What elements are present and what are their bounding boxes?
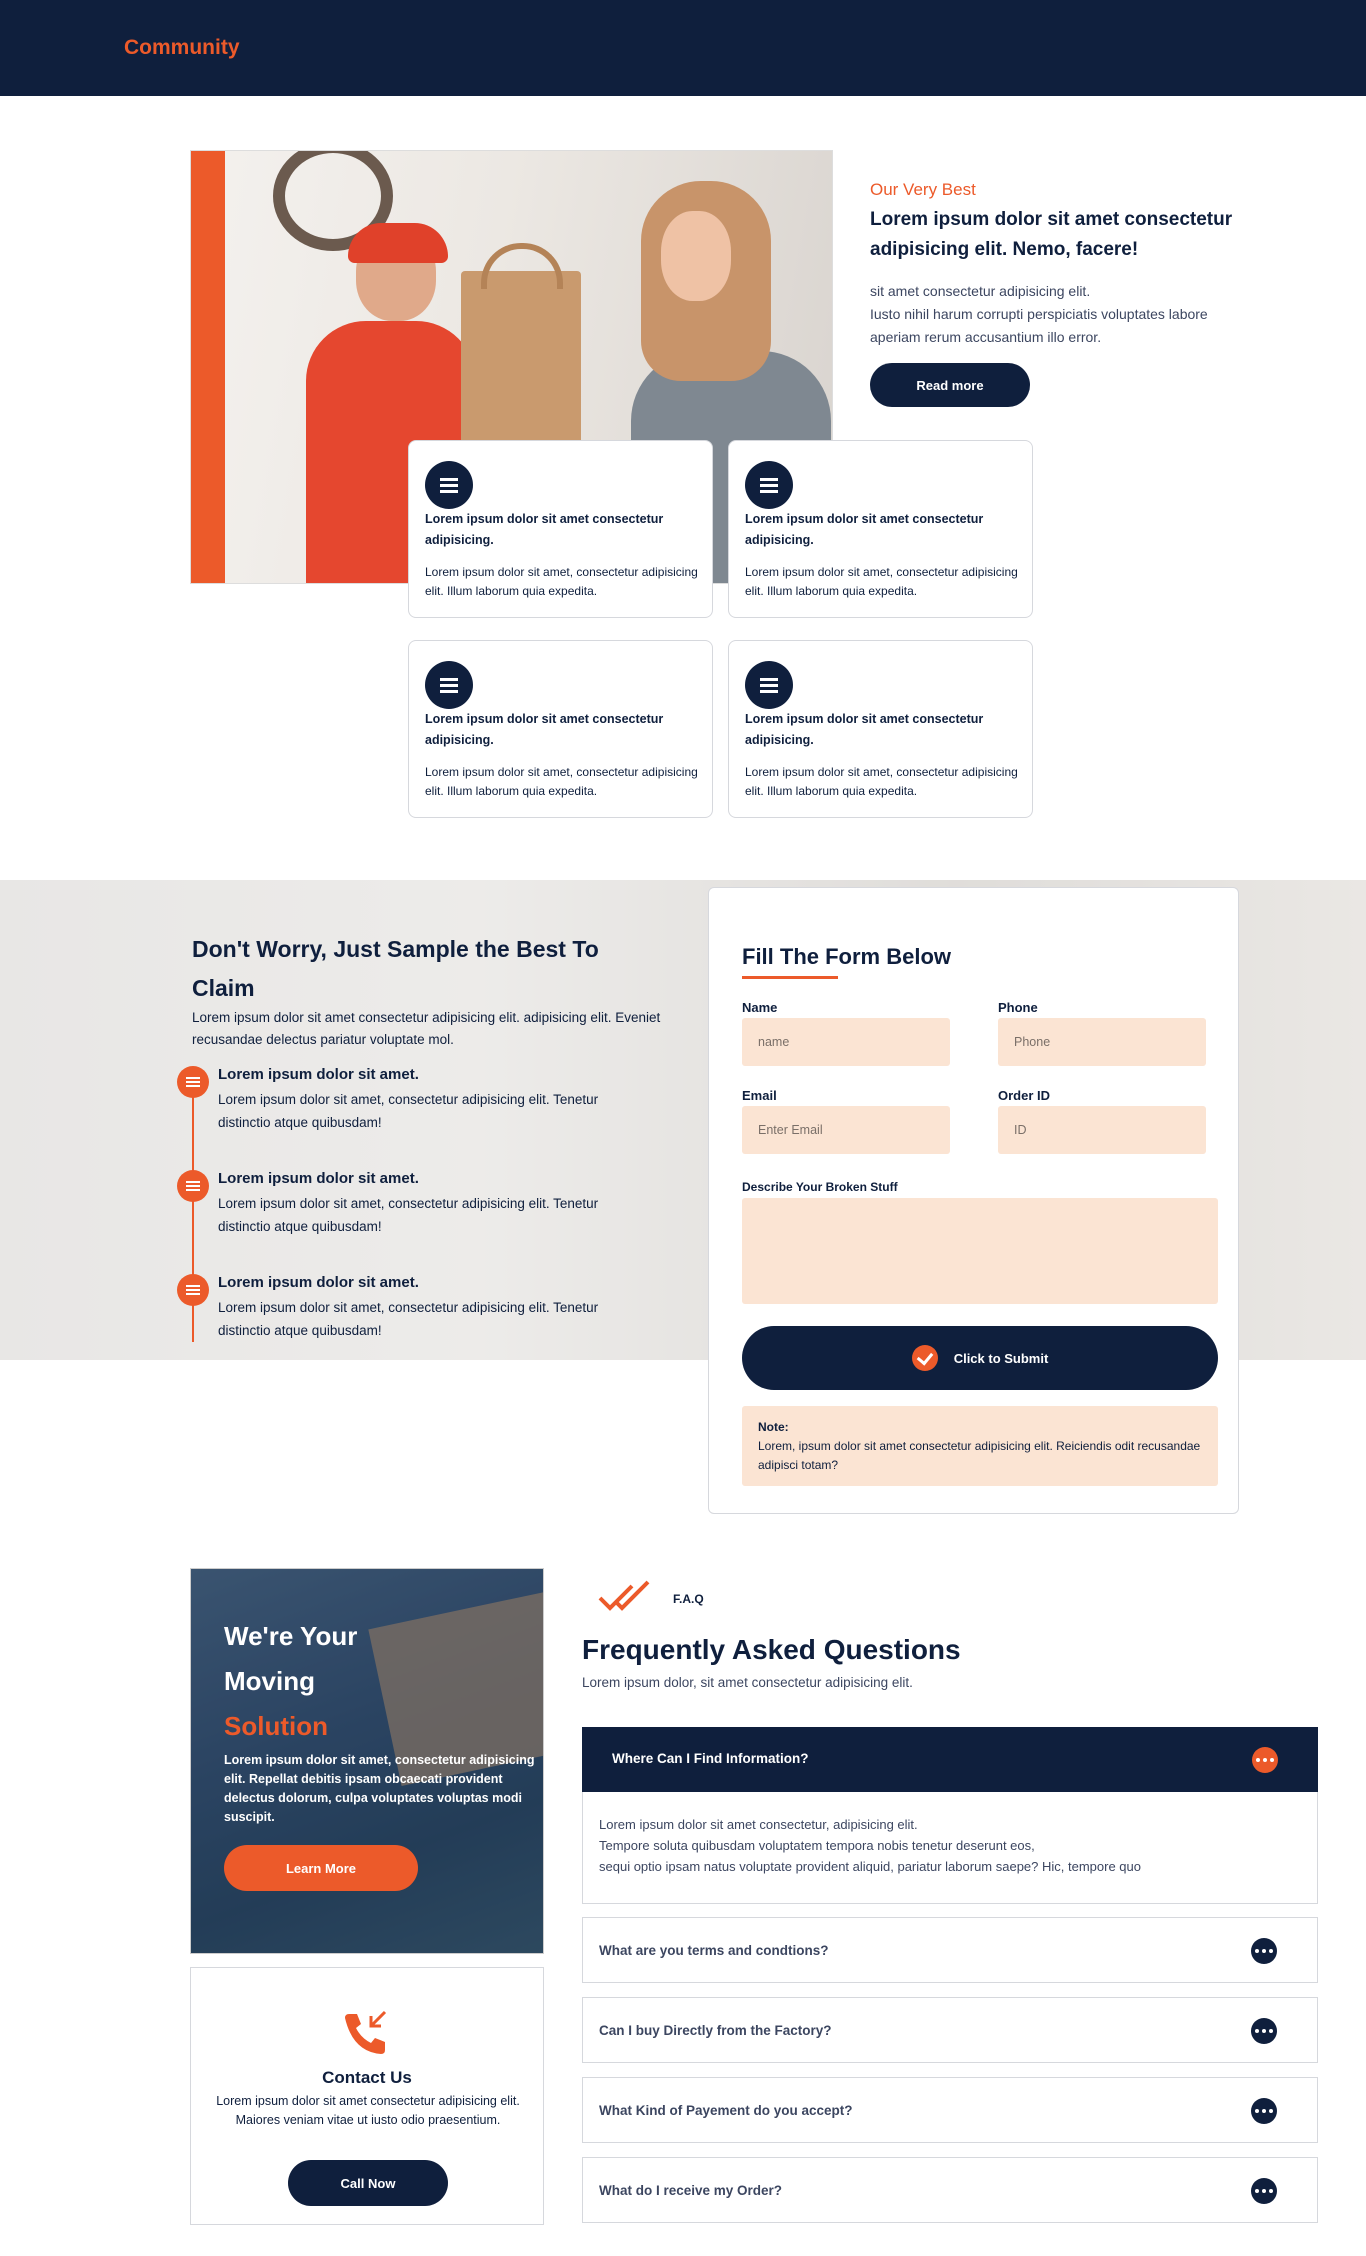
more-icon[interactable] <box>1251 2018 1277 2044</box>
more-icon[interactable] <box>1252 1747 1278 1773</box>
feature-text: Lorem ipsum dolor sit amet, consectetur … <box>745 565 1018 598</box>
list-icon <box>177 1170 209 1202</box>
moving-promo-card: We're Your Moving Solution Lorem ipsum d… <box>190 1568 544 1954</box>
about-eyebrow: Our Very Best <box>870 180 976 199</box>
claim-description: Lorem ipsum dolor sit amet consectetur a… <box>192 1010 661 1047</box>
phone-incoming-icon <box>345 2010 387 2054</box>
note-title: Note: <box>758 1420 789 1434</box>
timeline-step: Lorem ipsum dolor sit amet. Lorem ipsum … <box>177 1274 717 1354</box>
step-text: Lorem ipsum dolor sit amet, consectetur … <box>218 1196 599 1234</box>
faq-subtitle: Lorem ipsum dolor, sit amet consectetur … <box>582 1675 913 1690</box>
promo-line-2: Moving <box>224 1666 315 1696</box>
contact-card: Contact Us Lorem ipsum dolor sit amet co… <box>190 1967 544 2225</box>
note-text: Lorem, ipsum dolor sit amet consectetur … <box>758 1439 1201 1472</box>
step-text: Lorem ipsum dolor sit amet, consectetur … <box>218 1300 599 1338</box>
list-icon <box>745 461 793 509</box>
faq-item[interactable]: Can I buy Directly from the Factory? <box>582 1997 1318 2063</box>
faq-question: What are you terms and condtions? <box>599 1943 829 1958</box>
hero-accent-stripe <box>191 151 225 583</box>
faq-answer-line: Tempore soluta quibusdam voluptatem temp… <box>599 1838 1035 1853</box>
faq-title: Frequently Asked Questions <box>582 1634 961 1665</box>
read-more-button[interactable]: Read more <box>870 363 1030 407</box>
submit-label: Click to Submit <box>953 1350 1049 1366</box>
feature-title: Lorem ipsum dolor sit amet consectetur a… <box>745 512 984 547</box>
list-icon <box>425 661 473 709</box>
feature-card: Lorem ipsum dolor sit amet consectetur a… <box>728 440 1033 618</box>
feature-text: Lorem ipsum dolor sit amet, consectetur … <box>425 565 698 598</box>
faq-item[interactable]: What Kind of Payement do you accept? <box>582 2077 1318 2143</box>
faq-question: What Kind of Payement do you accept? <box>599 2103 853 2118</box>
timeline-step: Lorem ipsum dolor sit amet. Lorem ipsum … <box>177 1066 717 1146</box>
more-icon[interactable] <box>1251 2178 1277 2204</box>
faq-answer: Lorem ipsum dolor sit amet consectetur, … <box>582 1792 1318 1904</box>
phone-label: Phone <box>998 1000 1038 1015</box>
faq-item[interactable]: What are you terms and condtions? <box>582 1917 1318 1983</box>
brand-logo[interactable]: Community <box>124 36 240 60</box>
claim-title: Don't Worry, Just Sample the Best To Cla… <box>192 936 599 1001</box>
faq-question: Can I buy Directly from the Factory? <box>599 2023 832 2038</box>
contact-title: Contact Us <box>322 2068 412 2087</box>
call-now-button[interactable]: Call Now <box>288 2160 448 2206</box>
top-nav-bar: Community <box>0 0 1366 96</box>
feature-text: Lorem ipsum dolor sit amet, consectetur … <box>745 765 1018 798</box>
more-icon[interactable] <box>1251 1938 1277 1964</box>
describe-label: Describe Your Broken Stuff <box>742 1180 898 1194</box>
promo-line-3: Solution <box>224 1711 328 1741</box>
list-icon <box>177 1274 209 1306</box>
about-title: Lorem ipsum dolor sit amet consectetur a… <box>870 209 1233 260</box>
feature-card: Lorem ipsum dolor sit amet consectetur a… <box>408 640 713 818</box>
feature-title: Lorem ipsum dolor sit amet consectetur a… <box>745 712 984 747</box>
faq-item-open[interactable]: Where Can I Find Information? <box>582 1727 1318 1792</box>
order-id-input[interactable]: ID <box>998 1106 1206 1154</box>
order-id-label: Order ID <box>998 1088 1051 1103</box>
faq-answer-line: sequi optio ipsam natus voluptate provid… <box>599 1859 1141 1874</box>
feature-card: Lorem ipsum dolor sit amet consectetur a… <box>408 440 713 618</box>
about-desc-line-2: Iusto nihil harum corrupti perspiciatis … <box>870 306 1208 345</box>
faq-question: Where Can I Find Information? <box>612 1751 809 1766</box>
faq-item[interactable]: What do I receive my Order? <box>582 2157 1318 2223</box>
about-description: sit amet consectetur adipisicing elit. I… <box>870 280 1260 349</box>
feature-title: Lorem ipsum dolor sit amet consectetur a… <box>425 712 664 747</box>
list-icon <box>745 661 793 709</box>
timeline-step: Lorem ipsum dolor sit amet. Lorem ipsum … <box>177 1170 717 1250</box>
faq-question: What do I receive my Order? <box>599 2183 783 2198</box>
check-icon <box>911 1345 938 1371</box>
form-title-underline <box>742 976 838 979</box>
learn-more-button[interactable]: Learn More <box>224 1845 418 1891</box>
step-text: Lorem ipsum dolor sit amet, consectetur … <box>218 1092 599 1130</box>
contact-description: Lorem ipsum dolor sit amet consectetur a… <box>216 2094 520 2127</box>
step-title: Lorem ipsum dolor sit amet. <box>218 1274 419 1291</box>
feature-title: Lorem ipsum dolor sit amet consectetur a… <box>425 512 664 547</box>
promo-description: Lorem ipsum dolor sit amet, consectetur … <box>224 1753 535 1824</box>
feature-card: Lorem ipsum dolor sit amet consectetur a… <box>728 640 1033 818</box>
step-title: Lorem ipsum dolor sit amet. <box>218 1170 419 1187</box>
more-icon[interactable] <box>1251 2098 1277 2124</box>
about-desc-line-1: sit amet consectetur adipisicing elit. <box>870 283 1091 299</box>
name-input[interactable]: name <box>742 1018 950 1066</box>
name-label: Name <box>742 1000 778 1015</box>
email-input[interactable]: Enter Email <box>742 1106 950 1154</box>
faq-tag: F.A.Q <box>673 1592 704 1606</box>
list-icon <box>425 461 473 509</box>
feature-text: Lorem ipsum dolor sit amet, consectetur … <box>425 765 698 798</box>
double-check-icon <box>598 1580 650 1611</box>
phone-input[interactable]: Phone <box>998 1018 1206 1066</box>
form-title: Fill The Form Below <box>742 944 952 969</box>
promo-line-1: We're Your <box>224 1621 358 1651</box>
step-title: Lorem ipsum dolor sit amet. <box>218 1066 419 1083</box>
claim-form: Fill The Form Below Name name Phone Phon… <box>708 887 1239 1514</box>
list-icon <box>177 1066 209 1098</box>
form-note: Note: Lorem, ipsum dolor sit amet consec… <box>742 1406 1218 1486</box>
describe-textarea[interactable] <box>742 1198 1218 1304</box>
faq-answer-line: Lorem ipsum dolor sit amet consectetur, … <box>599 1817 918 1832</box>
submit-button[interactable]: Click to Submit <box>742 1326 1218 1390</box>
email-label: Email <box>742 1088 777 1103</box>
